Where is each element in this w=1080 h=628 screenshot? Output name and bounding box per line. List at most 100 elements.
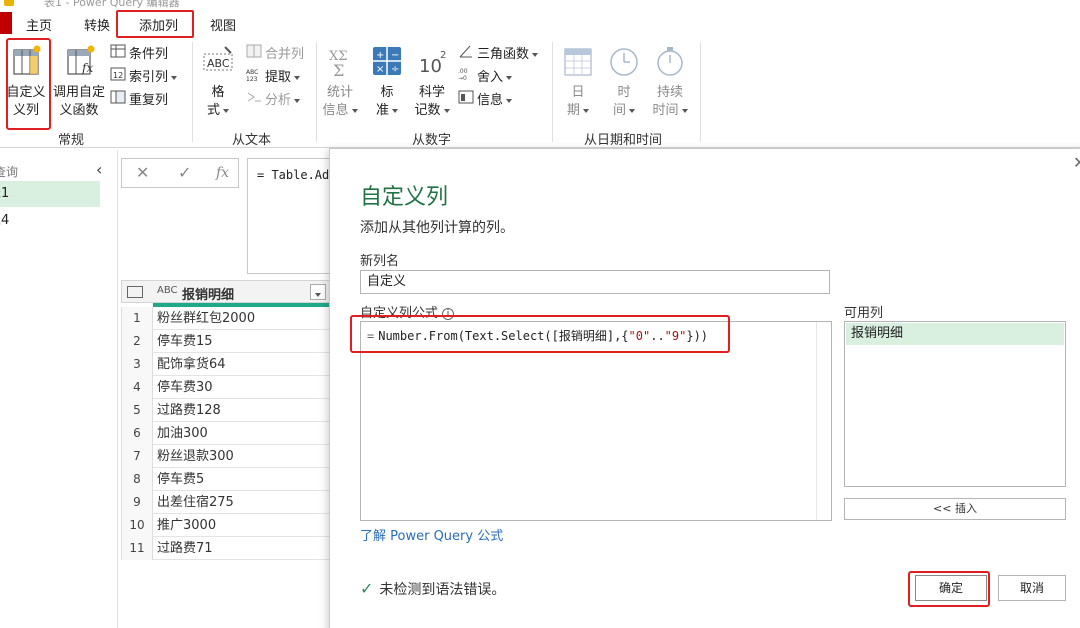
learn-formulas-link[interactable]: 了解 Power Query 公式 (360, 525, 503, 544)
data-grid: ABC 报销明细 1 粉丝群红包2000 2 停车费15 3 配饰拿货64 4 停车费30 5 过… (121, 280, 331, 564)
query-item-table4[interactable]: 表4 (0, 208, 100, 234)
close-icon[interactable]: ✕ (1073, 153, 1080, 172)
collapse-pane-icon[interactable]: ‹ (96, 160, 102, 179)
syntax-status: ✓ 未检测到语法错误。 (360, 579, 506, 598)
statistics-button[interactable]: XΣ Σ 统计 信息 (320, 44, 360, 120)
table-row[interactable]: 8 停车费5 (121, 468, 331, 491)
duplicate-column-button[interactable]: 重复列 (110, 90, 168, 110)
rounding-button[interactable]: .00 →0 舍入 (458, 67, 513, 88)
group-label-from-text: 从文本 (232, 133, 272, 148)
tab-home[interactable]: 主页 (26, 15, 52, 34)
row-number: 2 (121, 330, 153, 353)
table-row[interactable]: 5 过路费128 (121, 399, 331, 422)
merge-columns-button[interactable]: 合并列 (246, 44, 304, 64)
standard-button[interactable]: + − × ÷ 标 准 (367, 44, 407, 120)
column-filter-dropdown[interactable] (310, 284, 326, 300)
table-row[interactable]: 11 过路费71 (121, 537, 331, 560)
queries-pane: 查询 ‹ 表1 表4 (0, 150, 118, 628)
duration-label-1: 持续 (656, 85, 683, 100)
trigonometry-button[interactable]: 三角函数 (458, 44, 539, 65)
cell-value[interactable]: 粉丝群红包2000 (157, 307, 255, 330)
tab-view[interactable]: 视图 (210, 15, 236, 34)
cell-value[interactable]: 加油300 (157, 422, 208, 445)
trigonometry-label: 三角函数 (477, 47, 530, 62)
rounding-label: 舍入 (477, 70, 504, 85)
information-label: 信息 (477, 93, 504, 108)
information-button[interactable]: 信息 (458, 90, 513, 110)
table-row[interactable]: 6 加油300 (121, 422, 331, 445)
cell-value[interactable]: 配饰拿货64 (157, 353, 226, 376)
chevron-down-icon (506, 75, 513, 80)
scientific-label-1: 科学 (418, 85, 445, 100)
standard-label-2: 准 (367, 102, 407, 120)
cancel-formula-icon[interactable]: ✕ (136, 163, 149, 182)
ok-button[interactable]: 确定 (915, 575, 987, 601)
table-row[interactable]: 10 推广3000 (121, 514, 331, 537)
cancel-button[interactable]: 取消 (998, 575, 1066, 601)
new-column-name-input[interactable]: 自定义 (360, 270, 830, 294)
group-divider (700, 42, 701, 142)
date-button[interactable]: 日 期 (558, 44, 598, 120)
chevron-down-icon (294, 75, 301, 80)
svg-text:2: 2 (440, 50, 446, 61)
formula-scrollbar[interactable] (816, 322, 832, 520)
confirm-formula-icon[interactable]: ✓ (178, 163, 191, 182)
save-icon[interactable] (4, 0, 14, 6)
text-type-icon[interactable]: ABC (157, 285, 178, 296)
fx-icon[interactable]: fx (216, 165, 229, 181)
conditional-column-button[interactable]: 条件列 (110, 44, 168, 64)
scientific-label-2: 记数 (412, 102, 452, 120)
file-tab[interactable] (0, 12, 12, 34)
time-button[interactable]: 时 间 (604, 44, 644, 120)
row-number: 4 (121, 376, 153, 399)
row-number: 11 (121, 537, 153, 560)
svg-text:10: 10 (419, 56, 442, 77)
formula-highlight (350, 315, 730, 353)
index-column-icon: 12 (110, 67, 126, 88)
cell-value[interactable]: 推广3000 (157, 514, 216, 537)
tab-transform[interactable]: 转换 (84, 15, 110, 34)
column-header[interactable]: ABC 报销明细 (121, 280, 331, 303)
cell-value[interactable]: 粉丝退款300 (157, 445, 234, 468)
cell-value[interactable]: 过路费71 (157, 537, 213, 560)
formula-bar-controls: ✕ ✓ fx (121, 158, 239, 188)
cell-value[interactable]: 停车费15 (157, 330, 213, 353)
available-column-item[interactable]: 报销明细 (846, 323, 1064, 345)
row-number: 9 (121, 491, 153, 514)
table-row[interactable]: 1 粉丝群红包2000 (121, 307, 331, 330)
angle-icon (458, 44, 474, 65)
svg-text:12: 12 (113, 71, 123, 80)
cell-value[interactable]: 停车费30 (157, 376, 213, 399)
duration-button[interactable]: 持续 时间 (648, 44, 692, 120)
svg-text:−: − (391, 50, 399, 61)
rounding-icon: .00 →0 (458, 67, 474, 88)
scientific-button[interactable]: 10 2 科学 记数 (412, 44, 452, 120)
index-column-button[interactable]: 12 索引列 (110, 67, 178, 88)
cell-value[interactable]: 停车费5 (157, 468, 204, 491)
extract-button[interactable]: ABC 123 提取 (246, 67, 301, 87)
row-number: 8 (121, 468, 153, 491)
formula-bar[interactable]: = Table.Ad (247, 158, 337, 274)
column-name: 报销明细 (182, 288, 235, 303)
available-columns-list: 报销明细 (844, 321, 1066, 487)
table-row[interactable]: 2 停车费15 (121, 330, 331, 353)
insert-button[interactable]: << 插入 (844, 498, 1066, 520)
new-column-name-label: 新列名 (360, 254, 400, 269)
table-icon[interactable] (127, 286, 143, 298)
chevron-down-icon (506, 98, 513, 103)
query-item-table1[interactable]: 表1 (0, 181, 100, 207)
cell-value[interactable]: 过路费128 (157, 399, 221, 422)
cell-value[interactable]: 出差住宿275 (157, 491, 234, 514)
invoke-custom-function-button[interactable]: fx 调用自定 义函数 (52, 44, 106, 120)
parse-button[interactable]: 分析 (246, 90, 301, 110)
row-number: 10 (121, 514, 153, 537)
row-number: 3 (121, 353, 153, 376)
svg-text:fx: fx (81, 61, 93, 75)
table-row[interactable]: 3 配饰拿货64 (121, 353, 331, 376)
table-row[interactable]: 9 出差住宿275 (121, 491, 331, 514)
svg-text:×: × (376, 64, 384, 75)
table-row[interactable]: 4 停车费30 (121, 376, 331, 399)
table-row[interactable]: 7 粉丝退款300 (121, 445, 331, 468)
group-label-from-number: 从数字 (412, 133, 452, 148)
format-button[interactable]: ABC 格 式 (198, 44, 238, 120)
